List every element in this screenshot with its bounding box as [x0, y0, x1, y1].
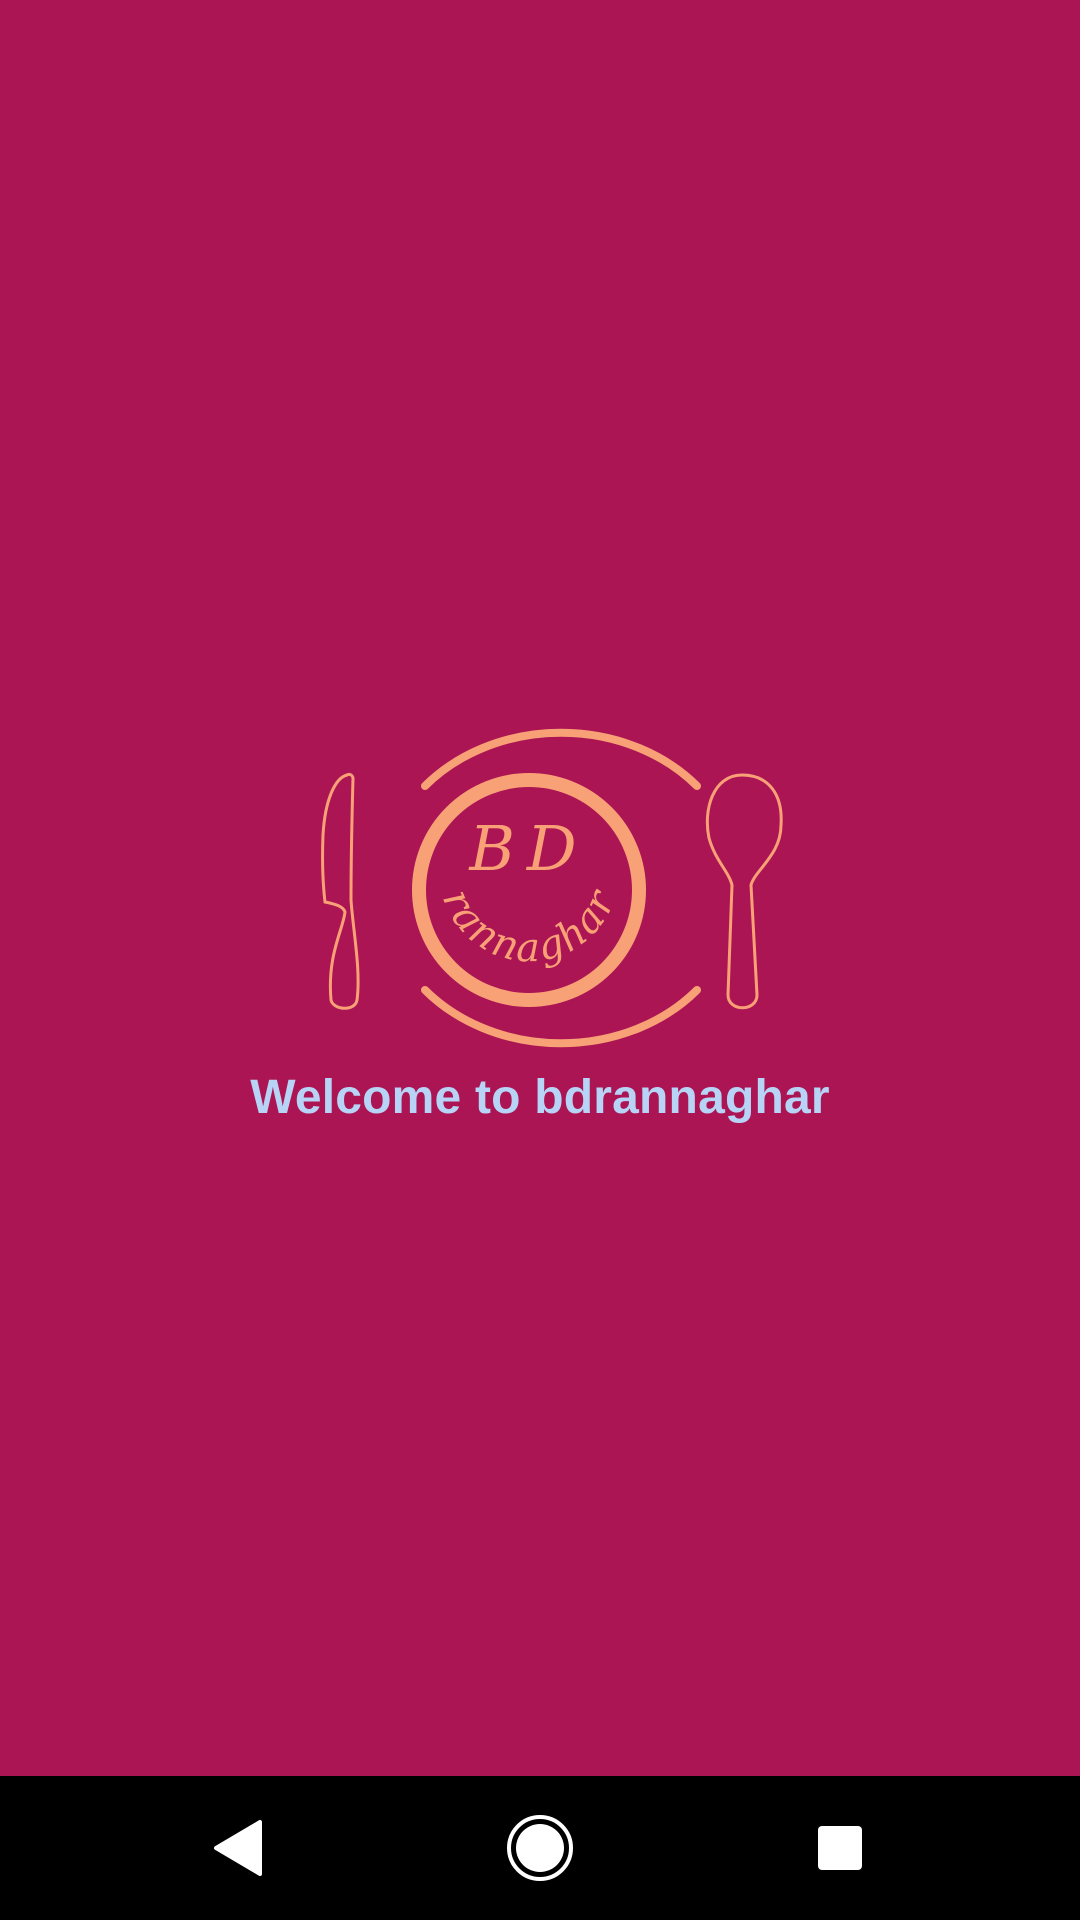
- home-icon: [507, 1815, 573, 1881]
- nav-home-button[interactable]: [468, 1776, 612, 1920]
- spoon-icon: [705, 773, 783, 1010]
- logo-text-bd: BD: [468, 812, 588, 885]
- bdrannaghar-logo: BD rannaghar: [321, 728, 783, 1048]
- welcome-text: Welcome to bdrannaghar: [250, 1071, 830, 1124]
- splash-screen: BD rannaghar Welcome to bdrannaghar: [0, 0, 1080, 1776]
- back-icon: [214, 1820, 262, 1876]
- recents-icon: [818, 1826, 862, 1870]
- nav-recents-button[interactable]: [768, 1776, 912, 1920]
- knife-icon: [321, 772, 360, 1010]
- nav-back-button[interactable]: [168, 1776, 312, 1920]
- system-nav-bar: [0, 1776, 1080, 1920]
- logo-text-curved: rannaghar: [433, 882, 626, 971]
